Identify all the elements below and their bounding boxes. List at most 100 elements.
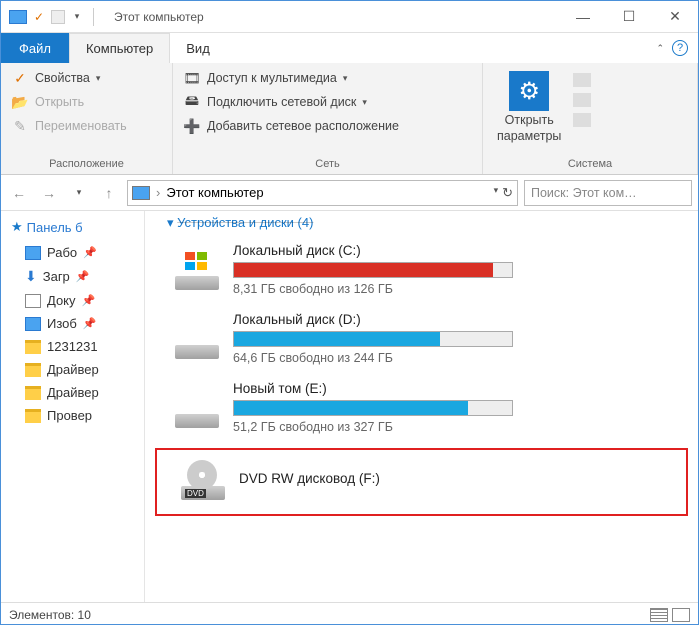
- breadcrumb[interactable]: Этот компьютер: [166, 185, 263, 200]
- tab-file[interactable]: Файл: [1, 33, 69, 63]
- help-icon[interactable]: ?: [672, 40, 688, 56]
- rename-label: Переименовать: [35, 119, 127, 133]
- system-props-icon[interactable]: [573, 93, 591, 107]
- sidebar-item[interactable]: ⬇ Загр 📌: [11, 264, 144, 289]
- drive-bar: [233, 331, 513, 347]
- document-icon: [25, 294, 41, 308]
- main-pane: ▾ Устройства и диски (4) Локальный диск …: [145, 211, 698, 602]
- properties-qat-icon[interactable]: ✓: [31, 9, 47, 25]
- folder-icon: [25, 409, 41, 423]
- large-icons-view-icon[interactable]: [672, 608, 690, 622]
- sidebar-item-label: Драйвер: [47, 362, 99, 377]
- media-icon: 🎞: [183, 69, 201, 87]
- open-settings-label1: Открыть: [505, 113, 554, 127]
- sidebar-item[interactable]: Драйвер: [11, 381, 144, 404]
- downloads-icon: ⬇: [25, 268, 37, 285]
- add-netlocation-button[interactable]: ➕Добавить сетевое расположение: [181, 115, 474, 137]
- drive-name: Новый том (E:): [233, 381, 688, 396]
- pin-icon: 📌: [76, 270, 90, 283]
- rename-button[interactable]: ✎ Переименовать: [9, 115, 164, 137]
- drive-stat: 64,6 ГБ свободно из 244 ГБ: [233, 351, 688, 365]
- media-access-label: Доступ к мультимедиа: [207, 71, 337, 85]
- uninstall-icon[interactable]: [573, 73, 591, 87]
- folder-icon: [25, 363, 41, 377]
- manage-icon[interactable]: [573, 113, 591, 127]
- check-icon: ✓: [11, 69, 29, 87]
- drive-item[interactable]: DVD DVD RW дисковод (F:): [161, 454, 682, 510]
- image-icon: [25, 317, 41, 331]
- section-header[interactable]: ▾ Устройства и диски (4): [155, 211, 688, 237]
- drive-stat: 8,31 ГБ свободно из 126 ГБ: [233, 282, 688, 296]
- item-count: Элементов: 10: [9, 608, 91, 622]
- drive-stat: 51,2 ГБ свободно из 327 ГБ: [233, 420, 688, 434]
- refresh-icon[interactable]: ↻: [502, 185, 513, 201]
- sidebar-item[interactable]: 1231231: [11, 335, 144, 358]
- open-settings-button[interactable]: ⚙ Открыть параметры: [491, 67, 567, 147]
- pin-icon: 📌: [83, 246, 97, 259]
- folder-qat-icon[interactable]: [51, 10, 65, 24]
- desktop-icon: [25, 246, 41, 260]
- computer-icon: [132, 186, 150, 200]
- group-location-label: Расположение: [9, 156, 164, 170]
- media-access-button[interactable]: 🎞Доступ к мультимедиа ▾: [181, 67, 474, 89]
- rename-icon: ✎: [11, 117, 29, 135]
- window-title: Этот компьютер: [106, 10, 560, 24]
- drive-item[interactable]: Новый том (E:) 51,2 ГБ свободно из 327 ГБ: [155, 375, 688, 444]
- back-button[interactable]: ←: [7, 181, 31, 205]
- open-icon: 📂: [11, 93, 29, 111]
- open-button[interactable]: 📂Открыть: [9, 91, 164, 113]
- sidebar: ★ Панель б Рабо📌⬇Загр📌Доку📌Изоб📌1231231Д…: [1, 211, 145, 602]
- drive-icon: [175, 250, 219, 290]
- address-dropdown-icon[interactable]: ▾: [494, 185, 499, 201]
- quick-access-label: Панель б: [27, 220, 83, 235]
- computer-icon[interactable]: [9, 10, 27, 24]
- drive-name: Локальный диск (D:): [233, 312, 688, 327]
- sidebar-item-label: Изоб: [47, 316, 77, 331]
- tab-view[interactable]: Вид: [170, 33, 226, 63]
- minimize-button[interactable]: —: [560, 1, 606, 33]
- ribbon: ✓Свойства ▾ 📂Открыть ✎Переименовать Расп…: [1, 63, 698, 175]
- sidebar-item[interactable]: Провер: [11, 404, 144, 427]
- connect-netdrive-button[interactable]: 🖴Подключить сетевой диск ▾: [181, 91, 474, 113]
- navbar: ← → ▾ ↑ › Этот компьютер ▾ ↻ Поиск: Этот…: [1, 175, 698, 211]
- gear-icon: ⚙: [509, 71, 549, 111]
- address-bar[interactable]: › Этот компьютер ▾ ↻: [127, 180, 518, 206]
- search-placeholder: Поиск: Этот ком…: [531, 186, 637, 200]
- group-network-label: Сеть: [181, 156, 474, 170]
- titlebar: ✓ ▾ Этот компьютер — ☐ ✕: [1, 1, 698, 33]
- connect-netdrive-label: Подключить сетевой диск: [207, 95, 356, 109]
- up-button[interactable]: ↑: [97, 181, 121, 205]
- sidebar-item[interactable]: Изоб 📌: [11, 312, 144, 335]
- ribbon-collapse-icon[interactable]: ⌃: [656, 43, 664, 54]
- tab-computer[interactable]: Компьютер: [69, 33, 170, 63]
- sidebar-item-label: Драйвер: [47, 385, 99, 400]
- pin-icon: 📌: [83, 317, 97, 330]
- forward-button[interactable]: →: [37, 181, 61, 205]
- sidebar-item-label: 1231231: [47, 339, 98, 354]
- history-dropdown-icon[interactable]: ▾: [67, 181, 91, 205]
- drive-bar: [233, 262, 513, 278]
- netlocation-icon: ➕: [183, 117, 201, 135]
- sidebar-item-label: Провер: [47, 408, 92, 423]
- sidebar-item[interactable]: Драйвер: [11, 358, 144, 381]
- drive-item[interactable]: Локальный диск (C:) 8,31 ГБ свободно из 1…: [155, 237, 688, 306]
- sidebar-item-label: Рабо: [47, 245, 77, 260]
- drive-item[interactable]: Локальный диск (D:) 64,6 ГБ свободно из 2…: [155, 306, 688, 375]
- drive-icon: DVD: [181, 460, 225, 500]
- group-system-label: Система: [491, 156, 689, 170]
- properties-button[interactable]: ✓Свойства ▾: [9, 67, 164, 89]
- search-input[interactable]: Поиск: Этот ком…: [524, 180, 692, 206]
- sidebar-item[interactable]: Доку📌: [11, 289, 144, 312]
- sidebar-item-label: Загр: [43, 269, 70, 284]
- drive-name: DVD RW дисковод (F:): [239, 471, 682, 486]
- statusbar: Элементов: 10: [1, 602, 698, 626]
- close-button[interactable]: ✕: [652, 1, 698, 33]
- maximize-button[interactable]: ☐: [606, 1, 652, 33]
- drive-name: Локальный диск (C:): [233, 243, 688, 258]
- sidebar-item[interactable]: Рабо 📌: [11, 241, 144, 264]
- pin-icon: 📌: [82, 294, 96, 307]
- details-view-icon[interactable]: [650, 608, 668, 622]
- qat-dropdown-icon[interactable]: ▾: [69, 9, 85, 25]
- quick-access[interactable]: ★ Панель б: [11, 219, 144, 235]
- folder-icon: [25, 386, 41, 400]
